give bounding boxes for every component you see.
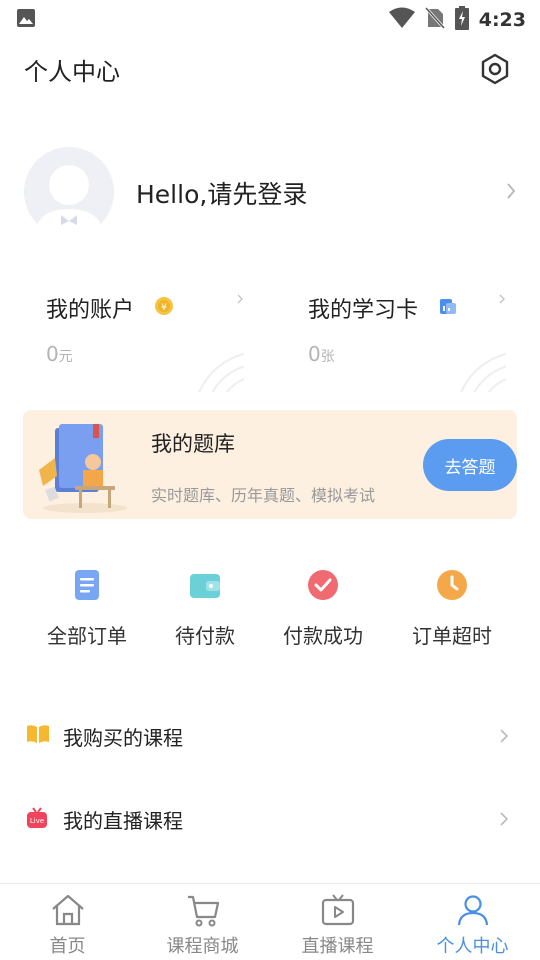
status-bar: 4:23: [0, 0, 540, 36]
study-card-title: 我的学习卡: [308, 298, 419, 323]
study-card[interactable]: 我的学习卡 0张: [286, 270, 506, 392]
order-pending[interactable]: 待付款: [140, 565, 270, 655]
document-icon: [70, 568, 104, 602]
book-icon: [26, 724, 50, 748]
wave-decoration: [432, 328, 506, 392]
chevron-right-icon: [500, 728, 509, 747]
nav-profile-label: 个人中心: [436, 936, 509, 957]
order-paid-label: 付款成功: [283, 624, 363, 648]
account-title: 我的账户: [46, 298, 135, 323]
nav-live-courses-label: 直播课程: [301, 936, 374, 957]
profile-row[interactable]: Hello,请先登录: [0, 140, 540, 244]
menu-live-courses[interactable]: Live 我的直播课程: [0, 789, 540, 849]
question-bank-subtitle: 实时题库、历年真题、模拟考试: [151, 486, 376, 505]
live-badge-text: Live: [30, 817, 44, 825]
order-paid[interactable]: 付款成功: [258, 565, 388, 655]
login-prompt[interactable]: Hello,请先登录: [136, 175, 307, 211]
bottom-nav: 首页 课程商城 直播课程 个人中心: [0, 883, 540, 960]
user-icon: [455, 892, 491, 932]
question-bank-title: 我的题库: [151, 432, 235, 456]
card-icon: [438, 296, 458, 320]
order-timeout-label: 订单超时: [412, 624, 492, 648]
nav-course-store-label: 课程商城: [166, 936, 239, 957]
nav-home[interactable]: 首页: [0, 884, 135, 960]
clock-icon: [435, 568, 469, 602]
start-answering-button[interactable]: 去答题: [423, 439, 517, 491]
menu-purchased-courses[interactable]: 我购买的课程: [0, 706, 540, 766]
home-icon: [50, 892, 86, 932]
wifi-icon: [388, 7, 415, 33]
nav-live-courses[interactable]: 直播课程: [270, 884, 405, 960]
no-sim-icon: [424, 6, 445, 33]
svg-text:¥: ¥: [161, 303, 167, 313]
settings-button[interactable]: [478, 52, 512, 86]
question-bank-banner[interactable]: 我的题库 实时题库、历年真题、模拟考试 去答题: [23, 410, 517, 519]
order-shortcuts: 全部订单 待付款 付款成功 订单超时: [0, 565, 540, 655]
image-icon: [16, 8, 36, 32]
tv-icon: [320, 892, 356, 932]
study-card-unit: 张: [320, 349, 335, 365]
account-unit: 元: [58, 349, 73, 365]
nav-home-label: 首页: [49, 936, 86, 957]
avatar[interactable]: [24, 147, 114, 237]
chevron-right-icon: [236, 290, 244, 309]
gear-icon: [481, 53, 509, 85]
account-balance: 0: [46, 342, 59, 366]
chevron-right-icon: [498, 290, 506, 309]
menu-label: 我购买的课程: [63, 726, 183, 750]
chevron-right-icon: [506, 182, 516, 204]
menu-label: 我的直播课程: [63, 809, 183, 833]
order-all[interactable]: 全部订单: [22, 565, 152, 655]
nav-profile[interactable]: 个人中心: [405, 884, 540, 960]
status-time: 4:23: [478, 9, 526, 31]
order-timeout[interactable]: 订单超时: [387, 565, 517, 655]
coin-icon: ¥: [154, 296, 174, 320]
study-illustration: [35, 418, 135, 518]
page-title: 个人中心: [24, 58, 120, 86]
wallet-icon: [188, 568, 222, 602]
cart-icon: [185, 892, 221, 932]
order-pending-label: 待付款: [175, 624, 235, 648]
order-all-label: 全部订单: [47, 624, 127, 648]
chevron-right-icon: [500, 811, 509, 830]
nav-course-store[interactable]: 课程商城: [135, 884, 270, 960]
check-icon: [306, 568, 340, 602]
header: 个人中心: [0, 44, 540, 96]
wave-decoration: [170, 328, 244, 392]
battery-icon: [454, 6, 469, 34]
live-icon: Live: [26, 807, 48, 833]
study-card-count: 0: [308, 342, 321, 366]
account-card[interactable]: 我的账户 ¥ 0元: [24, 270, 244, 392]
